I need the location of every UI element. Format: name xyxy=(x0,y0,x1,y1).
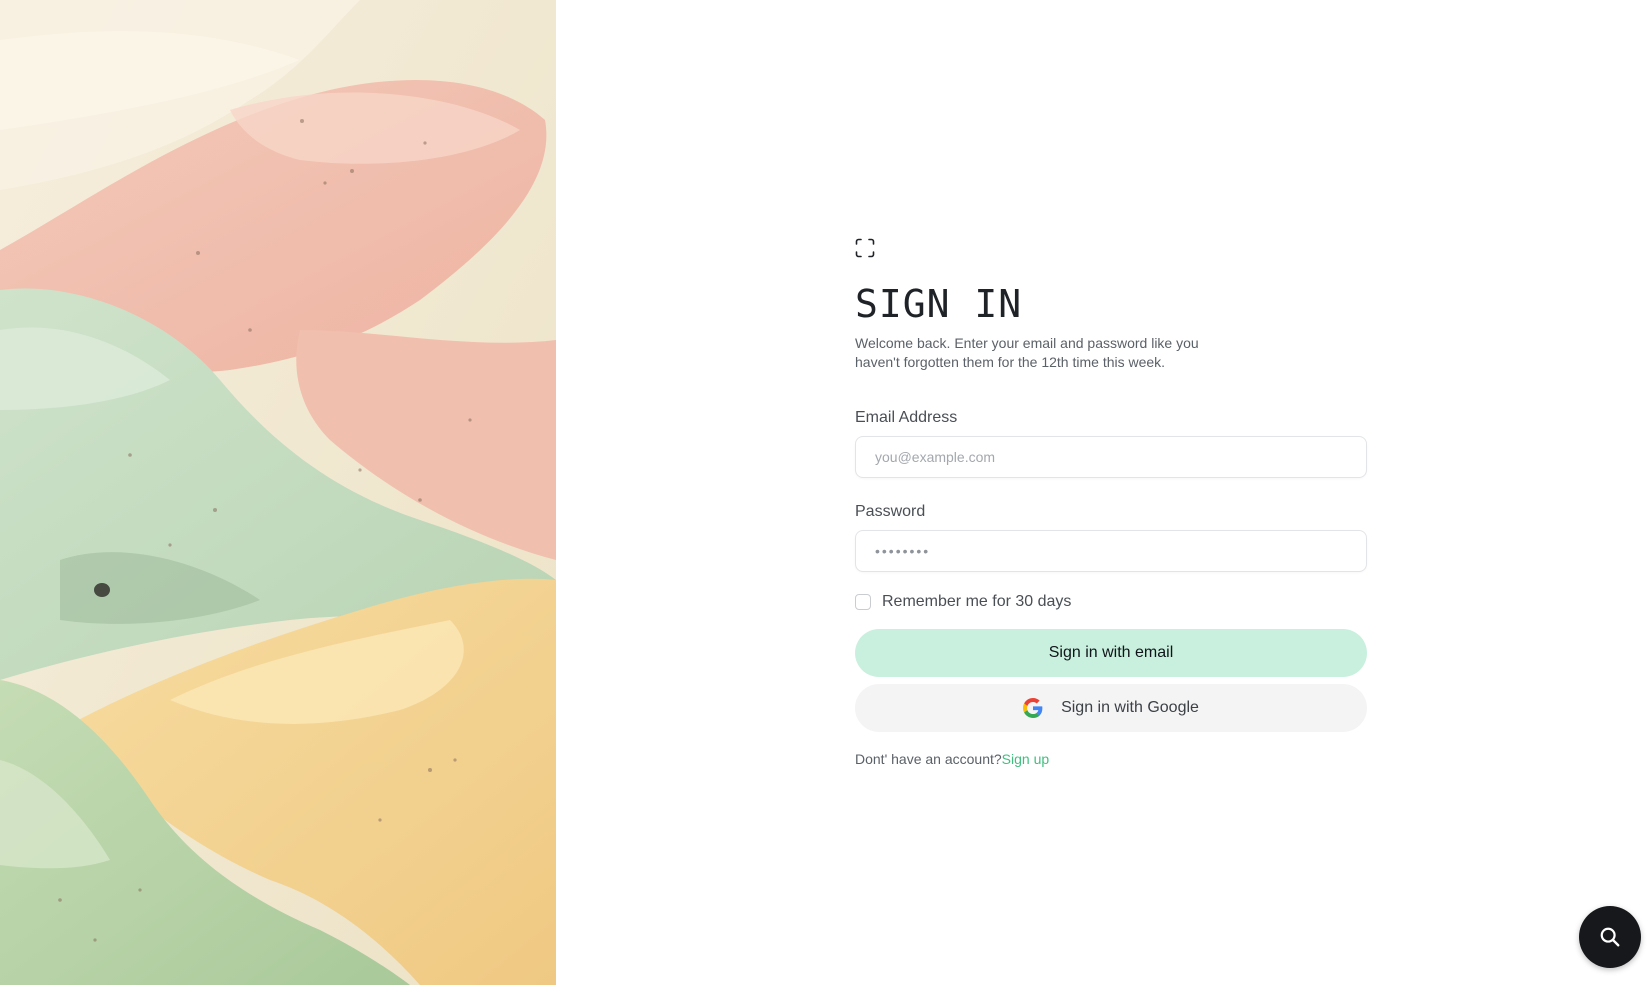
email-label: Email Address xyxy=(855,409,958,426)
email-field-group: Email Address xyxy=(855,408,1367,478)
sign-in-email-button[interactable]: Sign in with email xyxy=(855,629,1367,677)
signup-link[interactable]: Sign up xyxy=(1002,751,1049,767)
signup-prompt: Dont' have an account? xyxy=(855,751,1002,767)
search-fab-button[interactable] xyxy=(1579,906,1641,968)
email-input[interactable] xyxy=(855,436,1367,478)
remember-me-row: Remember me for 30 days xyxy=(855,592,1367,612)
google-g-icon xyxy=(1023,698,1043,718)
search-icon xyxy=(1600,927,1620,947)
password-field-group: Password xyxy=(855,502,1367,572)
sign-in-google-button[interactable]: Sign in with Google xyxy=(855,684,1367,732)
sign-in-email-label: Sign in with email xyxy=(1048,644,1174,661)
sign-in-form: SIGN IN Welcome back. Enter your email a… xyxy=(855,238,1367,768)
password-label: Password xyxy=(855,503,926,520)
signup-row: Dont' have an account?Sign up xyxy=(855,750,1367,768)
sign-in-page: SIGN IN Welcome back. Enter your email a… xyxy=(0,0,1652,985)
remember-me-label: Remember me for 30 days xyxy=(882,593,1072,610)
page-title: SIGN IN xyxy=(855,282,1023,326)
page-subtitle: Welcome back. Enter your email and passw… xyxy=(855,335,1199,370)
remember-me-checkbox[interactable] xyxy=(855,594,871,610)
paint-swirl-image xyxy=(0,0,556,985)
scan-frame-icon xyxy=(855,238,875,258)
password-input[interactable] xyxy=(855,530,1367,572)
sign-in-google-label: Sign in with Google xyxy=(1061,699,1199,716)
